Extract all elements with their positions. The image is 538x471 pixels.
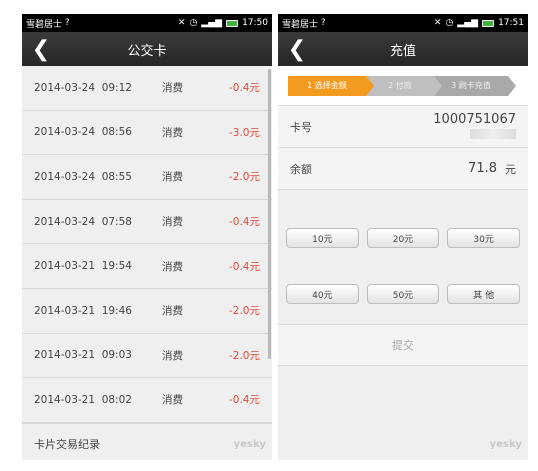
transaction-row[interactable]: 2014-03-21 19:46 消费 -2.0元 xyxy=(22,289,272,334)
transaction-type: 消费 xyxy=(162,305,183,318)
card-number-label: 卡号 xyxy=(290,120,312,134)
page-title: 充值 xyxy=(389,43,416,59)
transaction-date: 2014-03-21 09:03 xyxy=(34,349,132,362)
help-icon: ? xyxy=(318,18,326,28)
transaction-date: 2014-03-24 09:12 xyxy=(34,81,132,94)
clock: 17:50 xyxy=(242,18,268,28)
amount-10-button[interactable]: 10元 xyxy=(286,228,359,248)
transaction-amount: -0.4元 xyxy=(229,394,260,407)
transaction-type: 消费 xyxy=(162,216,183,229)
clock: 17:51 xyxy=(498,18,524,28)
recharge-screen: 雪碧居士 ? ✕ ◷ ▂▄▆ 17:51 ❮ 充值 1 选择金额 2 付款 3 … xyxy=(278,14,528,460)
amount-options: 10元 20元 30元 40元 50元 其 他 xyxy=(278,190,528,324)
step-swipe-card: 3 刷卡充值 xyxy=(434,75,516,96)
transaction-type: 消费 xyxy=(162,171,183,184)
transaction-row[interactable]: 2014-03-21 19:54 消费 -0.4元 xyxy=(22,244,272,289)
alarm-icon: ◷ xyxy=(189,18,198,28)
transaction-row[interactable]: 2014-03-21 08:02 消费 -0.4元 xyxy=(22,378,272,423)
scrollbar[interactable] xyxy=(268,69,271,359)
transaction-row[interactable]: 2014-03-24 07:58 消费 -0.4元 xyxy=(22,200,272,245)
transaction-type: 消费 xyxy=(162,394,183,407)
transaction-type: 消费 xyxy=(162,126,183,139)
back-icon[interactable]: ❮ xyxy=(30,36,52,62)
transaction-type: 消费 xyxy=(162,260,183,273)
back-icon[interactable]: ❮ xyxy=(286,36,308,62)
transaction-date: 2014-03-24 08:55 xyxy=(34,170,132,183)
step-select-amount: 1 选择金额 xyxy=(288,75,374,96)
signal-icon: ▂▄▆ xyxy=(201,18,223,28)
carrier-label: 雪碧居士 xyxy=(26,19,63,30)
transaction-date: 2014-03-21 19:54 xyxy=(34,260,132,273)
amount-20-button[interactable]: 20元 xyxy=(366,228,440,248)
mute-icon: ✕ xyxy=(177,18,186,28)
transaction-date: 2014-03-24 08:56 xyxy=(34,126,132,139)
signal-icon: ▂▄▆ xyxy=(457,18,479,28)
status-bar: 雪碧居士 ? ✕ ◷ ▂▄▆ 17:50 xyxy=(22,14,272,32)
alarm-icon: ◷ xyxy=(445,18,454,28)
title-bar: ❮ 公交卡 xyxy=(22,32,272,66)
transaction-amount: -3.0元 xyxy=(229,126,260,139)
amount-other-button[interactable]: 其 他 xyxy=(447,284,520,304)
transaction-row[interactable]: 2014-03-24 09:12 消费 -0.4元 xyxy=(22,66,272,111)
page-title: 公交卡 xyxy=(127,43,167,59)
bus-card-screen: 雪碧居士 ? ✕ ◷ ▂▄▆ 17:50 ❮ 公交卡 2014-03-24 09… xyxy=(22,14,272,460)
transaction-date: 2014-03-24 07:58 xyxy=(34,215,132,228)
transaction-amount: -2.0元 xyxy=(229,305,260,318)
balance-value: 71.8 xyxy=(468,161,497,176)
battery-icon xyxy=(226,19,239,27)
status-bar: 雪碧居士 ? ✕ ◷ ▂▄▆ 17:51 xyxy=(278,14,528,32)
submit-button[interactable]: 提交 xyxy=(278,324,528,366)
watermark-logo: yesky xyxy=(233,439,266,450)
card-number-mask xyxy=(470,129,516,139)
footer-label: 卡片交易纪录 xyxy=(34,438,100,452)
transaction-amount: -2.0元 xyxy=(229,171,260,184)
transaction-amount: -0.4元 xyxy=(229,82,260,95)
balance-label: 余额 xyxy=(290,162,312,176)
mute-icon: ✕ xyxy=(433,18,442,28)
transaction-date: 2014-03-21 08:02 xyxy=(34,393,132,406)
card-number-value: 10007510​67 xyxy=(433,111,516,127)
card-number-row: 卡号 10007510​67 xyxy=(278,106,528,148)
balance-row: 余额 71.8 元 xyxy=(278,148,528,190)
carrier-label: 雪碧居士 xyxy=(282,19,319,30)
amount-40-button[interactable]: 40元 xyxy=(286,284,359,304)
amount-30-button[interactable]: 30元 xyxy=(447,228,520,248)
transaction-type: 消费 xyxy=(162,82,183,95)
transaction-row[interactable]: 2014-03-24 08:55 消费 -2.0元 xyxy=(22,155,272,200)
transaction-row[interactable]: 2014-03-24 08:56 消费 -3.0元 xyxy=(22,111,272,156)
watermark-logo: yesky xyxy=(489,439,522,450)
transaction-row[interactable]: 2014-03-21 09:03 消费 -2.0元 xyxy=(22,334,272,379)
balance-unit: 元 xyxy=(505,162,516,176)
amount-50-button[interactable]: 50元 xyxy=(366,284,440,304)
step-indicator: 1 选择金额 2 付款 3 刷卡充值 xyxy=(278,66,528,106)
transaction-date: 2014-03-21 19:46 xyxy=(34,304,132,317)
step-payment: 2 付款 xyxy=(366,75,442,96)
transaction-type: 消费 xyxy=(162,349,183,362)
transaction-amount: -2.0元 xyxy=(229,349,260,362)
transaction-amount: -0.4元 xyxy=(229,260,260,273)
submit-label: 提交 xyxy=(392,339,414,352)
battery-icon xyxy=(482,19,495,27)
title-bar: ❮ 充值 xyxy=(278,32,528,66)
transaction-amount: -0.4元 xyxy=(229,216,260,229)
help-icon: ? xyxy=(62,18,70,28)
transaction-list: 2014-03-24 09:12 消费 -0.4元 2014-03-24 08:… xyxy=(22,66,272,423)
